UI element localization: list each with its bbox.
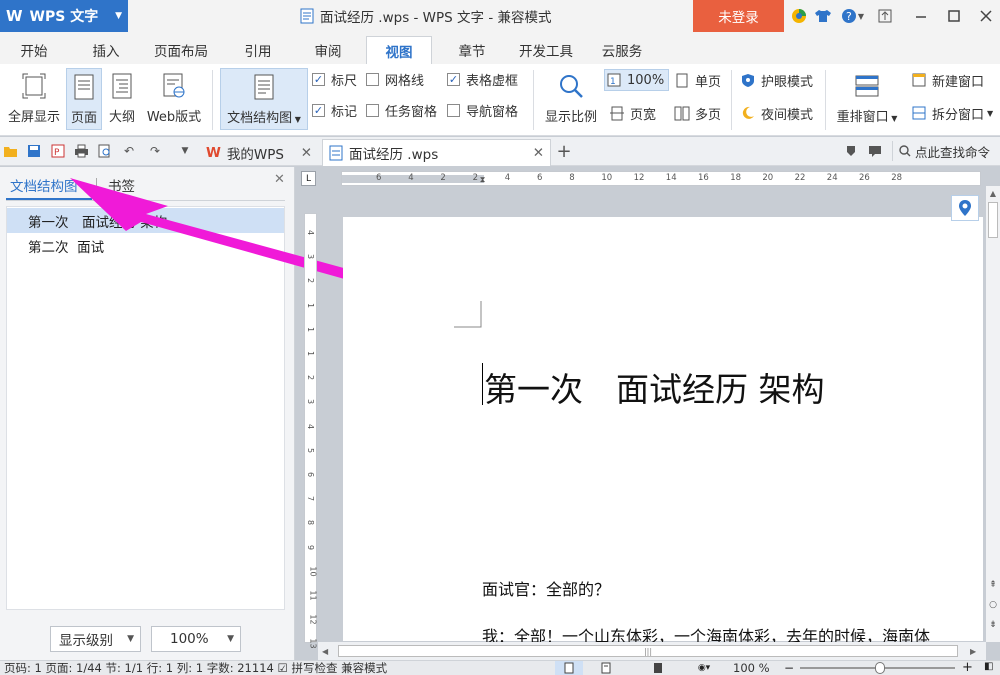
ruler-number: 20 [762, 173, 774, 183]
ruler-number: 8 [569, 173, 575, 183]
indent-marker-icon[interactable]: ⧗ [478, 172, 487, 187]
ruler-number: 11 [308, 590, 318, 601]
tab-stop-selector[interactable]: L [301, 171, 316, 186]
ruler-number: 4 [306, 423, 316, 429]
document-heading[interactable]: 第一次 面试经历 架构 [484, 363, 825, 411]
ruler-number: 14 [665, 173, 677, 183]
ruler-number: 18 [730, 173, 742, 183]
ruler-number: 6 [376, 173, 382, 183]
ruler-number: 7 [306, 496, 316, 502]
vertical-ruler[interactable]: 4 3 2 1 1 1 2 3 4 5 6 7 8 9 10 11 12 13 [304, 213, 318, 649]
ruler-number: 12 [633, 173, 645, 183]
scroll-thumb[interactable]: ||| [338, 645, 958, 657]
ruler-number: 6 [306, 471, 316, 478]
ruler-number: 2 [306, 278, 316, 284]
scroll-up-icon[interactable]: ▲ [986, 186, 1000, 200]
ruler-number: 8 [306, 520, 316, 526]
ruler-number: 10 [308, 566, 318, 577]
ruler-number: 13 [308, 638, 318, 649]
scroll-right-icon[interactable]: ▶ [970, 644, 982, 658]
ruler-number: 10 [601, 173, 613, 183]
zoom-in-icon[interactable]: + [962, 660, 973, 675]
scroll-thumb[interactable] [988, 202, 998, 238]
ruler-number: 1 [306, 302, 316, 308]
ruler-number: 9 [306, 544, 316, 550]
ruler-number: 1 [306, 350, 316, 357]
ruler-number: 4 [306, 229, 316, 236]
outline-view-status-icon[interactable] [596, 661, 616, 675]
horizontal-scrollbar[interactable]: ◀ ||| ▶ [318, 642, 986, 660]
zoom-level: 100 % [733, 661, 770, 675]
status-text: 页码: 1 页面: 1/44 节: 1/1 行: 1 列: 1 字数: 2111… [4, 661, 388, 675]
ruler-number: 16 [698, 173, 709, 183]
previous-page-icon[interactable]: ⇞ [986, 578, 1000, 592]
ruler-number: 28 [891, 173, 903, 183]
document-page[interactable]: 第一次 面试经历 架构 面试官：全部的？ 我：全部！一个山东体彩，一个海南体彩，… [343, 217, 983, 646]
eye-status-icon[interactable]: ◉▾ [690, 661, 718, 675]
ruler-number: 4 [504, 173, 511, 183]
zoom-slider-thumb[interactable] [875, 662, 886, 674]
ruler-number: 2 [440, 173, 446, 183]
ruler-number: 5 [306, 447, 316, 453]
ruler-ticks: 6 4 2 2 4 6 8 10 12 14 16 18 20 22 24 26 28 [342, 172, 982, 187]
location-pin-button[interactable] [951, 195, 979, 221]
ruler-number: 1 [306, 326, 316, 332]
ruler-number: 12 [308, 614, 318, 625]
web-view-status-icon[interactable] [648, 661, 668, 675]
ruler-ticks: 4 3 2 1 1 1 2 3 4 5 6 7 8 9 10 11 12 13 [305, 214, 318, 649]
location-pin-icon [959, 200, 971, 216]
zoom-out-icon[interactable]: − [784, 661, 794, 675]
margin-corner-mark [454, 301, 482, 328]
ruler-number: 22 [794, 173, 806, 183]
browse-object-icon[interactable]: ○ [986, 598, 1000, 612]
vertical-scrollbar[interactable]: ▲ ⇞ ○ ⇟ [986, 186, 1000, 642]
ruler-number: 3 [306, 254, 316, 260]
page-view-status-icon[interactable] [555, 661, 583, 675]
next-page-icon[interactable]: ⇟ [986, 618, 1000, 632]
text-cursor [482, 363, 483, 405]
ruler-number: 24 [826, 173, 838, 183]
ruler-number: 26 [859, 173, 870, 183]
ruler-number: 6 [537, 173, 543, 183]
ruler-number: 3 [306, 399, 316, 405]
horizontal-ruler[interactable]: 6 4 2 2 4 6 8 10 12 14 16 18 20 22 24 26 28 ⧗ [341, 171, 981, 186]
scroll-left-icon[interactable]: ◀ [322, 644, 334, 658]
ruler-number: 4 [408, 173, 414, 183]
ruler-number: 2 [306, 375, 316, 381]
fit-window-icon[interactable]: ◧ [984, 661, 993, 672]
document-paragraph[interactable]: 面试官：全部的？ [482, 576, 610, 600]
